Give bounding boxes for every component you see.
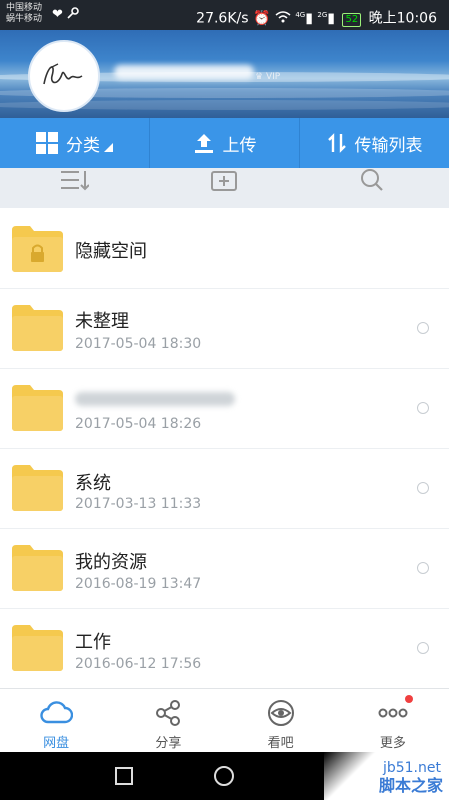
carrier-primary: 中国移动 [6,3,43,13]
file-list: 隐藏空间 未整理 2017-05-04 18:30 2017-05-04 18:… [0,208,449,688]
nav-item-share[interactable]: 分享 [112,689,224,753]
file-row[interactable]: 工作 2016-06-12 17:56 [0,608,449,688]
file-name: 未整理 [75,311,129,332]
category-button[interactable]: 分类 [0,118,150,168]
nav-label: 更多 [379,736,406,751]
file-row[interactable]: 我的资源 2016-08-19 13:47 [0,528,449,609]
file-date: 2017-03-13 11:33 [75,496,202,512]
profile-header: ♛ VIP [0,30,449,118]
cloud-icon [40,701,74,724]
notification-badge [404,695,413,703]
search-icon [361,169,383,191]
file-name: 系统 [75,473,111,494]
carrier-icons: ❤ [52,7,79,22]
transfer-label: 传输列表 [354,135,423,156]
file-date: 2017-05-04 18:26 [75,416,202,432]
recent-apps-icon[interactable] [115,767,133,785]
heart-icon: ❤ [52,7,63,22]
share-icon [156,700,181,726]
system-navigation-bar: jb51.net 脚本之家 [0,752,449,800]
folder-icon [12,625,63,671]
folder-icon [12,545,63,591]
select-radio[interactable] [417,402,429,414]
network-4g-label: 4G [295,11,306,19]
sort-button[interactable] [58,168,90,192]
status-right: 27.6K/s ⏰ 4G▮ 2G▮ 52 晚上10:06 [196,6,437,28]
select-radio[interactable] [417,482,429,494]
eye-icon [267,700,294,726]
nav-label: 网盘 [43,736,70,751]
file-date: 2016-08-19 13:47 [75,576,202,592]
alarm-icon: ⏰ [252,10,271,27]
battery-level: 52 [342,12,362,27]
file-row[interactable]: 未整理 2017-05-04 18:30 [0,288,449,369]
file-name: 工作 [75,632,111,653]
nav-item-watch[interactable]: 看吧 [225,689,337,753]
nav-label: 分享 [155,736,182,751]
file-name: 隐藏空间 [75,241,147,262]
watermark-site: 脚本之家 [378,776,443,795]
watermark: jb51.net 脚本之家 [324,752,449,800]
sort-icon [61,171,89,191]
upload-button[interactable]: 上传 [150,118,300,168]
locked-folder-icon [12,226,63,272]
username-blurred [114,65,254,79]
carrier-secondary: 蜗牛移动 [6,14,43,24]
upload-label: 上传 [222,135,257,156]
file-row-hidden-space[interactable]: 隐藏空间 [0,208,449,289]
select-radio[interactable] [417,642,429,654]
file-row[interactable]: 系统 2017-03-13 11:33 [0,448,449,529]
transfer-list-button[interactable]: 传输列表 [300,118,449,168]
signal-icon-2: ▮ [327,10,335,27]
action-bar [0,168,449,208]
upload-icon [193,132,215,154]
network-speed: 27.6K/s [196,10,249,27]
network-2g-label: 2G [317,11,328,19]
folder-icon [12,385,63,431]
blurred-title [75,392,235,406]
clock: 晚上10:06 [368,10,437,27]
vip-badge: ♛ VIP [255,72,280,82]
bottom-nav: 网盘 分享 看吧 更多 [0,688,449,753]
transfer-icon [327,132,347,154]
crown-icon: ♛ [255,72,264,82]
signal-icon-1: ▮ [305,10,313,27]
nav-item-more[interactable]: 更多 [337,689,449,753]
vip-label: VIP [265,72,281,82]
nav-label: 看吧 [267,736,294,751]
add-folder-icon [211,171,237,191]
file-name: 我的资源 [75,552,147,573]
file-row[interactable]: 2017-05-04 18:26 [0,368,449,449]
main-toolbar: 分类 上传 传输列表 [0,118,449,168]
search-button[interactable] [358,168,386,192]
signature-image [43,63,83,85]
avatar[interactable] [28,40,100,112]
file-name-blurred [75,390,235,411]
file-date: 2016-06-12 17:56 [75,656,202,672]
dropdown-triangle-icon [104,142,113,152]
more-icon [378,708,408,718]
category-label: 分类 [66,135,100,156]
select-radio[interactable] [417,562,429,574]
nav-item-netdisk[interactable]: 网盘 [0,689,112,753]
home-icon[interactable] [213,765,235,787]
folder-icon [12,305,63,351]
wifi-icon [275,10,291,23]
grid-icon [36,132,58,154]
status-bar: 中国移动 蜗牛移动 ❤ 27.6K/s ⏰ 4G▮ 2G▮ 52 晚上10:06 [0,0,449,30]
key-icon [67,7,79,19]
new-folder-button[interactable] [210,168,238,192]
file-date: 2017-05-04 18:30 [75,336,202,352]
folder-icon [12,465,63,511]
carrier-info: 中国移动 蜗牛移动 [6,3,42,25]
select-radio[interactable] [417,322,429,334]
